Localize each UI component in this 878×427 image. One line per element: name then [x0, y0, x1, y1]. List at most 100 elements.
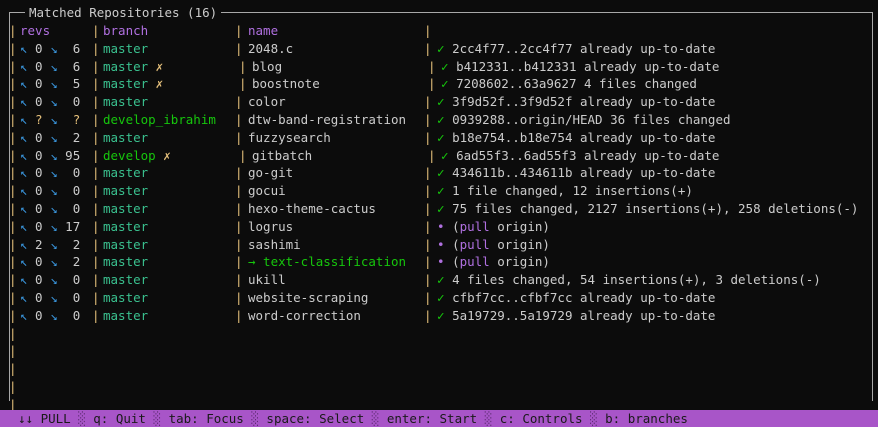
pull-mode-indicator[interactable]: ↓↓ PULL	[18, 411, 78, 426]
revs-ahead: 0	[27, 254, 51, 270]
empty-row: |	[0, 325, 878, 343]
branch-cell: master ✗	[103, 76, 164, 92]
table-row[interactable]: | ↖ 0 ↘ 6 | master | 2048.c | ✓ 2cc4f77..2cc4f7…	[0, 40, 878, 58]
table-row[interactable]: | ↖ 0 ↘ 95 | develop ✗ | gitbatch | ✓ 6ad55f3..…	[0, 147, 878, 165]
column-separator: |	[92, 254, 100, 270]
status-cell: ✓ 5a19729..5a19729 already up-to-date	[437, 307, 715, 325]
repo-name: 2048.c	[248, 40, 294, 56]
revs-cell: ↖ 0 ↘ 95	[20, 147, 95, 165]
keybinding-b[interactable]: b: branches	[605, 411, 695, 426]
repo-name: word-correction	[248, 307, 361, 323]
arrow-down-right-icon: ↘	[50, 290, 58, 305]
arrow-up-left-icon: ↖	[20, 254, 28, 270]
column-separator: |	[9, 23, 17, 38]
column-separator: |	[92, 58, 100, 74]
column-separator: |	[92, 290, 100, 305]
status-text: 7208602..63a9627 4 files changed	[456, 76, 697, 92]
revs-ahead: 0	[27, 94, 51, 110]
table-row[interactable]: | ↖ 0 ↘ 17 | master | logrus | • (pull origin)	[0, 218, 878, 236]
arrow-down-right-icon: ↘	[50, 129, 58, 145]
branch-cell: master	[103, 201, 149, 216]
column-separator: |	[9, 290, 17, 305]
branch-cell: master	[103, 307, 149, 323]
check-icon: ✓	[437, 201, 453, 216]
keybinding-space[interactable]: space: Select	[266, 411, 371, 426]
column-separator: |	[9, 94, 17, 110]
arrow-up-left-icon: ↖	[20, 58, 28, 74]
branch-cell: master	[103, 40, 149, 56]
column-separator: |	[9, 112, 17, 127]
arrow-up-left-icon: ↖	[20, 290, 28, 305]
branch-cell: master ✗	[103, 58, 164, 74]
table-row[interactable]: | ↖ 0 ↘ 5 | master ✗ | boostnote | ✓ 7208602..6…	[0, 75, 878, 93]
column-separator: |	[235, 40, 243, 56]
column-separator: |	[92, 201, 100, 216]
check-icon: ✓	[441, 58, 457, 74]
status-cell: ✓ 1 file changed, 12 insertions(+)	[437, 182, 693, 200]
keybinding-c[interactable]: c: Controls	[500, 411, 590, 426]
table-row[interactable]: | ↖ 0 ↘ 0 | master | gocui | ✓ 1 file changed, …	[0, 182, 878, 200]
column-separator: |	[9, 254, 17, 270]
header-name[interactable]: name	[248, 22, 278, 40]
status-cell: ✓ b18e754..b18e754 already up-to-date	[437, 129, 715, 147]
column-separator: |	[9, 236, 17, 252]
revs-ahead: 0	[27, 218, 51, 234]
revs-cell: ↖ ? ↘ ?	[20, 111, 95, 129]
table-row[interactable]: | ↖ 0 ↘ 0 | master | go-git | ✓ 434611b..434611…	[0, 164, 878, 182]
repo-name: blog	[252, 58, 283, 74]
arrow-up-left-icon: ↖	[20, 183, 28, 199]
repo-name: website-scraping	[248, 290, 369, 305]
keybinding-enter[interactable]: enter: Start	[387, 411, 485, 426]
repo-name: sashimi	[248, 236, 301, 252]
header-branch[interactable]: branch	[103, 22, 148, 40]
table-row[interactable]: | ↖ 0 ↘ 0 | master | ukill | ✓ 4 files changed,…	[0, 271, 878, 289]
repo-name: dtw-band-registration	[248, 112, 407, 127]
repo-name: fuzzysearch	[248, 129, 331, 145]
column-separator: |	[235, 307, 243, 323]
status-text: cfbf7cc..cfbf7cc already up-to-date	[452, 290, 716, 305]
table-row[interactable]: | ↖ 0 ↘ 6 | master ✗ | blog | ✓ b412331..b41233…	[0, 58, 878, 76]
revs-ahead: 0	[27, 129, 51, 145]
branch-cell: master	[103, 272, 149, 288]
column-separator: |	[235, 236, 243, 252]
column-separator: |	[424, 94, 432, 110]
bullet-icon: •	[437, 218, 453, 234]
branch-cell: master	[103, 290, 149, 305]
column-separator: |	[9, 183, 17, 199]
column-separator: |	[428, 147, 436, 163]
column-separator: |	[9, 307, 17, 323]
arrow-up-left-icon: ↖	[20, 94, 28, 110]
revs-behind: 0	[57, 272, 81, 288]
revs-behind: 2	[57, 254, 81, 270]
repo-name: → text-classification	[248, 254, 407, 270]
arrow-up-left-icon: ↖	[20, 112, 28, 127]
table-row[interactable]: | ↖ ? ↘ ? | develop_ibrahim | dtw-band-regist…	[0, 111, 878, 129]
status-cell: ✓ 75 files changed, 2127 insertions(+), …	[437, 200, 858, 218]
revs-ahead: 0	[27, 58, 51, 74]
check-icon: ✓	[437, 94, 453, 110]
column-separator: |	[9, 40, 17, 56]
table-row[interactable]: | ↖ 0 ↘ 2 | master | → text-classification | • …	[0, 253, 878, 271]
table-row[interactable]: | ↖ 0 ↘ 2 | master | fuzzysearch | ✓ b18e754..b…	[0, 129, 878, 147]
table-row[interactable]: | ↖ 0 ↘ 0 | master | color | ✓ 3f9d52f..3f9d52f…	[0, 93, 878, 111]
bullet-icon: •	[437, 236, 453, 252]
status-text: 3f9d52f..3f9d52f already up-to-date	[452, 94, 716, 110]
revs-cell: ↖ 0 ↘ 2	[20, 129, 95, 147]
table-row[interactable]: | ↖ 0 ↘ 0 | master | website-scraping | ✓ cfbf7…	[0, 289, 878, 307]
table-row[interactable]: | ↖ 2 ↘ 2 | master | sashimi | • (pull origin)	[0, 236, 878, 254]
header-revs[interactable]: revs	[20, 22, 50, 40]
footer-separator: ░	[78, 411, 94, 426]
column-separator: |	[92, 40, 100, 56]
keybinding-tab[interactable]: tab: Focus	[169, 411, 252, 426]
column-separator: |	[92, 236, 100, 252]
check-icon: ✓	[441, 76, 457, 92]
table-row[interactable]: | ↖ 0 ↘ 0 | master | hexo-theme-cactus | ✓ 75 f…	[0, 200, 878, 218]
pull-label: pull	[459, 236, 490, 252]
column-separator: |	[9, 129, 17, 145]
check-icon: ✓	[441, 147, 457, 163]
keybinding-q[interactable]: q: Quit	[93, 411, 153, 426]
table-row[interactable]: | ↖ 0 ↘ 0 | master | word-correction | ✓ 5a1972…	[0, 307, 878, 325]
arrow-up-left-icon: ↖	[20, 218, 28, 234]
column-separator: |	[92, 218, 100, 234]
arrow-down-right-icon: ↘	[50, 254, 58, 270]
